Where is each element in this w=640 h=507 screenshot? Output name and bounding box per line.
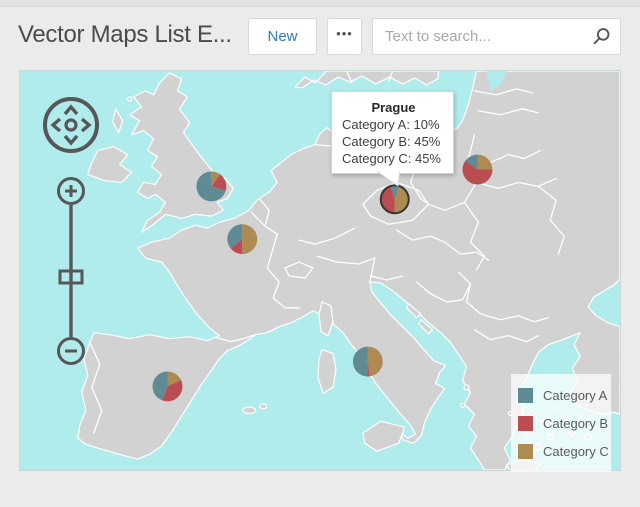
pie-marker-madrid[interactable] [152, 371, 183, 402]
legend-swatch [518, 443, 533, 459]
tooltip-title: Prague [371, 100, 416, 115]
zoom-in-button[interactable] [57, 177, 85, 205]
window-top-strip [0, 0, 640, 7]
page-title: Vector Maps List E... [18, 21, 232, 48]
pie-marker-london[interactable] [196, 171, 227, 202]
legend-swatch [518, 387, 533, 403]
legend-label: Category A [543, 387, 608, 403]
legend-item-category-b[interactable]: Category B [518, 409, 611, 437]
app-window: Vector Maps List E... New ••• Text to se… [0, 0, 640, 507]
map-legend: Category A Category B Category C [511, 374, 611, 472]
zoom-bar [57, 177, 85, 365]
overflow-menu-button[interactable]: ••• [327, 18, 362, 55]
tooltip-line: Category B: 45% [342, 134, 441, 149]
legend-item-category-a[interactable]: Category A [518, 381, 611, 409]
pan-control-icon[interactable] [41, 95, 101, 155]
legend-swatch [518, 415, 533, 431]
pie-marker-paris[interactable] [227, 224, 258, 255]
legend-label: Category B [543, 415, 609, 431]
pie-slice [352, 346, 368, 377]
pie-marker-rome[interactable] [352, 346, 383, 377]
legend-item-category-c[interactable]: Category C [518, 437, 611, 465]
search-icon[interactable] [591, 27, 611, 47]
ellipsis-icon: ••• [336, 26, 353, 41]
search-box [372, 18, 621, 55]
pie-marker-minsk[interactable] [462, 154, 493, 185]
tooltip-arrow [374, 170, 401, 187]
tooltip-line: Category A: 10% [342, 117, 440, 132]
new-button[interactable]: New [248, 18, 317, 55]
new-button-label: New [267, 28, 298, 45]
vector-map[interactable]: Prague Category A: 10% Category B: 45% C… [19, 70, 621, 472]
map-tooltip: Prague Category A: 10% Category B: 45% C… [331, 91, 454, 174]
zoom-out-button[interactable] [57, 337, 85, 365]
tooltip-line: Category C: 45% [342, 151, 441, 166]
search-input[interactable] [373, 28, 591, 45]
legend-label: Category C [543, 443, 609, 459]
